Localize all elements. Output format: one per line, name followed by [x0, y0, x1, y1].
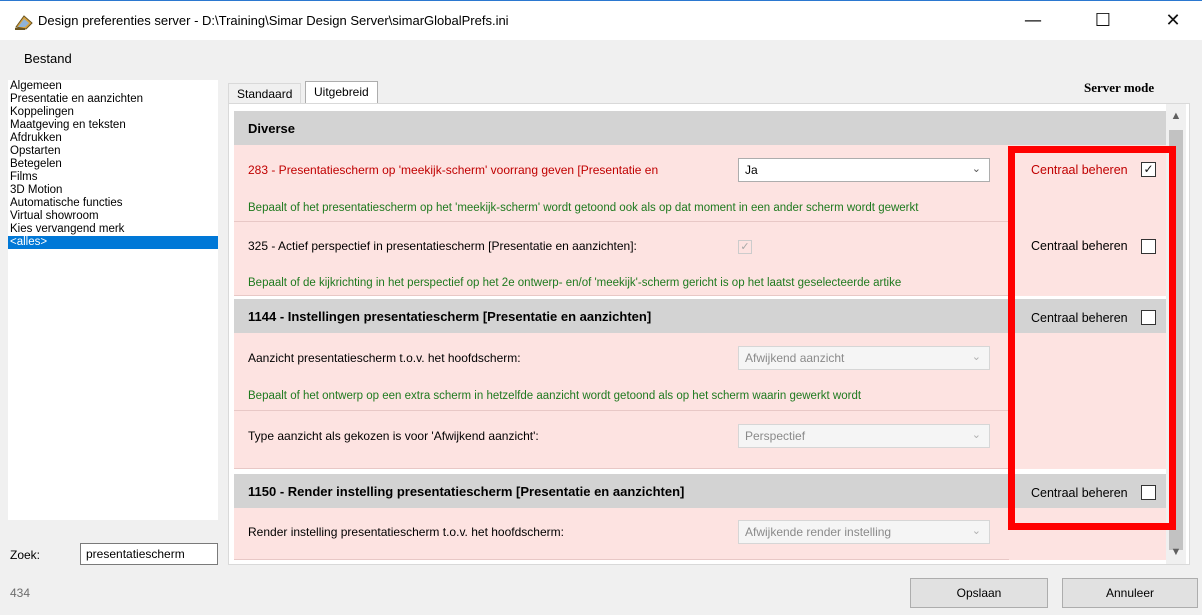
maximize-button[interactable]: ☐ — [1080, 1, 1126, 41]
minimize-button[interactable]: — — [1010, 1, 1056, 41]
setting-label: 283 - Presentatiescherm op 'meekijk-sche… — [248, 163, 659, 177]
sidebar-item-algemeen[interactable]: Algemeen — [8, 80, 218, 93]
section-header-diverse: Diverse — [234, 111, 1166, 145]
central-cell-empty — [1009, 508, 1166, 560]
central-cell-1150: Centraal beheren — [1009, 474, 1166, 508]
close-button[interactable]: ✕ — [1150, 1, 1196, 41]
central-cell-empty — [1009, 333, 1166, 411]
chevron-down-icon: ⌄ — [971, 162, 981, 175]
menu-bestand[interactable]: Bestand — [24, 51, 72, 66]
setting-283-select[interactable]: Ja ⌄ — [738, 158, 990, 182]
menu-bar: Bestand — [0, 42, 1202, 72]
select-value: Perspectief — [745, 429, 806, 443]
setting-row-render: Render instelling presentatiescherm t.o.… — [234, 508, 1009, 560]
title-bar: Design preferenties server - D:\Training… — [0, 0, 1202, 40]
type-select[interactable]: Perspectief ⌄ — [738, 424, 990, 448]
section-title: 1150 - Render instelling presentatiesche… — [248, 484, 685, 499]
setting-label: Type aanzicht als gekozen is voor 'Afwij… — [248, 429, 539, 443]
scroll-down-icon[interactable]: ▼ — [1166, 546, 1186, 558]
tab-uitgebreid[interactable]: Uitgebreid — [305, 81, 378, 105]
central-cell-283: Centraal beheren ✓ — [1009, 145, 1166, 222]
sidebar-item-kies-vervangend-merk[interactable]: Kies vervangend merk — [8, 223, 218, 236]
scroll-up-icon[interactable]: ▲ — [1166, 110, 1186, 122]
server-mode-heading: Server mode — [1084, 80, 1155, 95]
sidebar-item-virtual-showroom[interactable]: Virtual showroom — [8, 210, 218, 223]
setting-row-283: 283 - Presentatiescherm op 'meekijk-sche… — [234, 145, 1009, 222]
sidebar-item-maatgeving[interactable]: Maatgeving en teksten — [8, 119, 218, 132]
setting-label: Render instelling presentatiescherm t.o.… — [248, 525, 564, 539]
sidebar-item-betegelen[interactable]: Betegelen — [8, 158, 218, 171]
sidebar-item-films[interactable]: Films — [8, 171, 218, 184]
search-input[interactable] — [80, 543, 218, 565]
setting-description: Bepaalt of het presentatiescherm op het … — [248, 202, 919, 214]
search-label: Zoek: — [10, 548, 41, 562]
aanzicht-select[interactable]: Afwijkend aanzicht ⌄ — [738, 346, 990, 370]
central-checkbox-1144[interactable] — [1141, 310, 1156, 325]
sidebar-item-automatische-functies[interactable]: Automatische functies — [8, 197, 218, 210]
setting-description: Bepaalt of het ontwerp op een extra sche… — [248, 390, 862, 402]
sidebar-item-koppelingen[interactable]: Koppelingen — [8, 106, 218, 119]
central-label: Centraal beheren — [1031, 163, 1128, 177]
central-label: Centraal beheren — [1031, 486, 1128, 500]
save-button[interactable]: Opslaan — [910, 578, 1048, 608]
section-title: Diverse — [248, 121, 295, 136]
setting-label: 325 - Actief perspectief in presentaties… — [248, 239, 637, 253]
central-checkbox-283[interactable]: ✓ — [1141, 162, 1156, 177]
sidebar-item-alles[interactable]: <alles> — [8, 236, 218, 249]
scroll-thumb[interactable] — [1169, 130, 1183, 550]
setting-label: Aanzicht presentatiescherm t.o.v. het ho… — [248, 351, 521, 365]
setting-325-checkbox[interactable]: ✓ — [738, 240, 752, 254]
sidebar-item-opstarten[interactable]: Opstarten — [8, 145, 218, 158]
sidebar-item-afdrukken[interactable]: Afdrukken — [8, 132, 218, 145]
select-value: Afwijkende render instelling — [745, 525, 892, 539]
vertical-scrollbar[interactable]: ▲ ▼ — [1166, 104, 1186, 564]
central-cell-1144: Centraal beheren — [1009, 299, 1166, 333]
result-count: 434 — [10, 586, 31, 600]
sidebar-item-presentatie[interactable]: Presentatie en aanzichten — [8, 93, 218, 106]
window-title: Design preferenties server - D:\Training… — [38, 13, 509, 28]
setting-row-325: 325 - Actief perspectief in presentaties… — [234, 222, 1009, 296]
select-value: Ja — [745, 163, 758, 177]
setting-description: Bepaalt of de kijkrichting in het perspe… — [248, 277, 902, 289]
chevron-down-icon: ⌄ — [971, 350, 981, 363]
section-title: 1144 - Instellingen presentatiescherm [P… — [248, 309, 652, 324]
select-value: Afwijkend aanzicht — [745, 351, 845, 365]
tab-standaard[interactable]: Standaard — [228, 83, 302, 103]
central-cell-325: Centraal beheren — [1009, 222, 1166, 296]
central-checkbox-325[interactable] — [1141, 239, 1156, 254]
central-label: Centraal beheren — [1031, 311, 1128, 325]
setting-row-aanzicht: Aanzicht presentatiescherm t.o.v. het ho… — [234, 333, 1009, 411]
chevron-down-icon: ⌄ — [971, 428, 981, 441]
cancel-button[interactable]: Annuleer — [1062, 578, 1198, 608]
central-cell-empty — [1009, 411, 1166, 469]
sidebar-item-3d-motion[interactable]: 3D Motion — [8, 184, 218, 197]
app-icon — [15, 15, 33, 30]
central-label: Centraal beheren — [1031, 239, 1128, 253]
setting-row-type: Type aanzicht als gekozen is voor 'Afwij… — [234, 411, 1009, 469]
render-select[interactable]: Afwijkende render instelling ⌄ — [738, 520, 990, 544]
central-checkbox-1150[interactable] — [1141, 485, 1156, 500]
chevron-down-icon: ⌄ — [971, 524, 981, 537]
category-list[interactable]: Algemeen Presentatie en aanzichten Koppe… — [8, 80, 218, 520]
